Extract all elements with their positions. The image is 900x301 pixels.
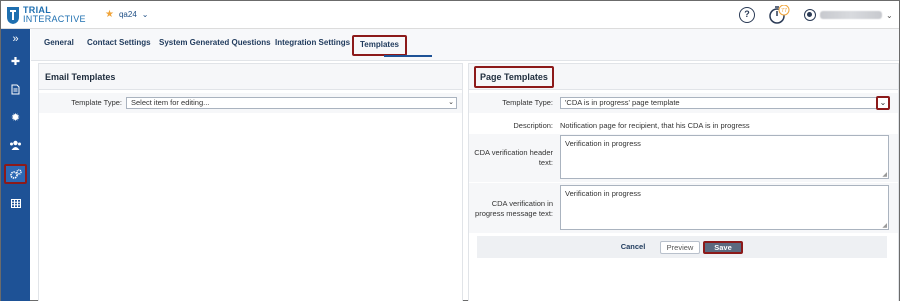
- logo-mark-icon: [7, 7, 19, 24]
- page-template-type-value: 'CDA is in progress' page template: [565, 98, 680, 107]
- grid-icon[interactable]: [4, 193, 27, 213]
- header-text-textarea[interactable]: Verification in progress ◢: [560, 135, 889, 179]
- tab-contact-settings[interactable]: Contact Settings: [87, 38, 151, 47]
- tab-integration-settings[interactable]: Integration Settings: [275, 38, 350, 47]
- chevron-down-icon: ⌄: [448, 99, 454, 106]
- page-template-dropdown-button[interactable]: ⌄: [876, 96, 890, 110]
- user-name-redacted: [820, 11, 882, 19]
- study-name: qa24: [118, 10, 137, 19]
- save-button[interactable]: Save: [703, 241, 743, 254]
- page-template-type-label: Template Type:: [502, 98, 553, 107]
- tab-system-generated-questions[interactable]: System Generated Questions: [159, 38, 271, 47]
- email-template-type-row: Template Type: Select item for editing..…: [39, 93, 462, 113]
- email-template-type-label: Template Type:: [71, 98, 122, 107]
- top-bar: TRIAL INTERACTIVE ★ qa24 ⌄ ? 77 ⌄: [1, 1, 899, 29]
- tab-templates[interactable]: Templates: [352, 35, 407, 56]
- side-navigation: » ✚ ✹: [1, 29, 30, 301]
- document-icon[interactable]: [4, 79, 27, 99]
- action-button-bar: Cancel Preview Save: [477, 236, 887, 258]
- email-template-type-select[interactable]: Select item for editing... ⌄: [126, 97, 457, 109]
- expand-icon[interactable]: »: [4, 29, 27, 49]
- preview-button[interactable]: Preview: [660, 241, 700, 254]
- cancel-button[interactable]: Cancel: [617, 241, 649, 254]
- logo-line-2: INTERACTIVE: [23, 14, 86, 24]
- resize-handle-icon[interactable]: ◢: [882, 222, 887, 229]
- chevron-down-icon: ⌄: [141, 10, 149, 19]
- page-templates-header: Page Templates: [469, 64, 898, 90]
- description-value: Notification page for recipient, that hi…: [560, 121, 750, 130]
- users-icon[interactable]: [4, 135, 27, 155]
- chevron-down-icon: ⌄: [879, 98, 887, 107]
- header-text-label: CDA verification header text:: [474, 148, 553, 167]
- admin-cogs-icon[interactable]: [4, 164, 27, 184]
- message-text-textarea[interactable]: Verification in progress ◢: [560, 185, 889, 230]
- header-text-row: CDA verification header text: Verificati…: [469, 134, 898, 182]
- tab-general[interactable]: General: [44, 38, 74, 47]
- page-templates-title: Page Templates: [474, 66, 554, 88]
- user-menu[interactable]: ⌄: [804, 9, 893, 21]
- resize-handle-icon[interactable]: ◢: [882, 171, 887, 178]
- chevron-down-icon: ⌄: [886, 10, 893, 20]
- favorite-star-icon[interactable]: ★: [105, 9, 114, 20]
- email-templates-header: Email Templates: [39, 64, 462, 90]
- timer-icon[interactable]: 77: [768, 5, 790, 25]
- study-selector[interactable]: ★ qa24 ⌄: [105, 9, 148, 20]
- trial-interactive-logo[interactable]: TRIAL INTERACTIVE: [6, 5, 86, 25]
- message-text-label: CDA verification in progress message tex…: [475, 199, 553, 218]
- avatar-icon: [804, 9, 816, 21]
- message-text-row: CDA verification in progress message tex…: [469, 183, 898, 233]
- page-template-type-select[interactable]: 'CDA is in progress' page template: [560, 97, 879, 109]
- page-templates-panel: Page Templates Template Type: 'CDA is in…: [468, 63, 899, 301]
- settings-tabs: General Contact Settings System Generate…: [31, 29, 899, 61]
- header-text-value: Verification in progress: [565, 139, 641, 148]
- gear-badge-icon[interactable]: ✹: [4, 107, 27, 127]
- plus-icon[interactable]: ✚: [4, 51, 27, 71]
- timer-badge: 77: [781, 8, 787, 14]
- message-text-value: Verification in progress: [565, 189, 641, 198]
- help-icon[interactable]: ?: [739, 7, 755, 23]
- logo-text: TRIAL INTERACTIVE: [23, 6, 86, 24]
- active-tab-underline: [384, 55, 432, 57]
- email-template-type-value: Select item for editing...: [131, 98, 210, 107]
- page-template-type-row: Template Type: 'CDA is in progress' page…: [469, 93, 898, 113]
- email-templates-title: Email Templates: [45, 72, 116, 82]
- email-templates-panel: Email Templates Template Type: Select it…: [38, 63, 463, 301]
- description-label: Description:: [513, 121, 553, 130]
